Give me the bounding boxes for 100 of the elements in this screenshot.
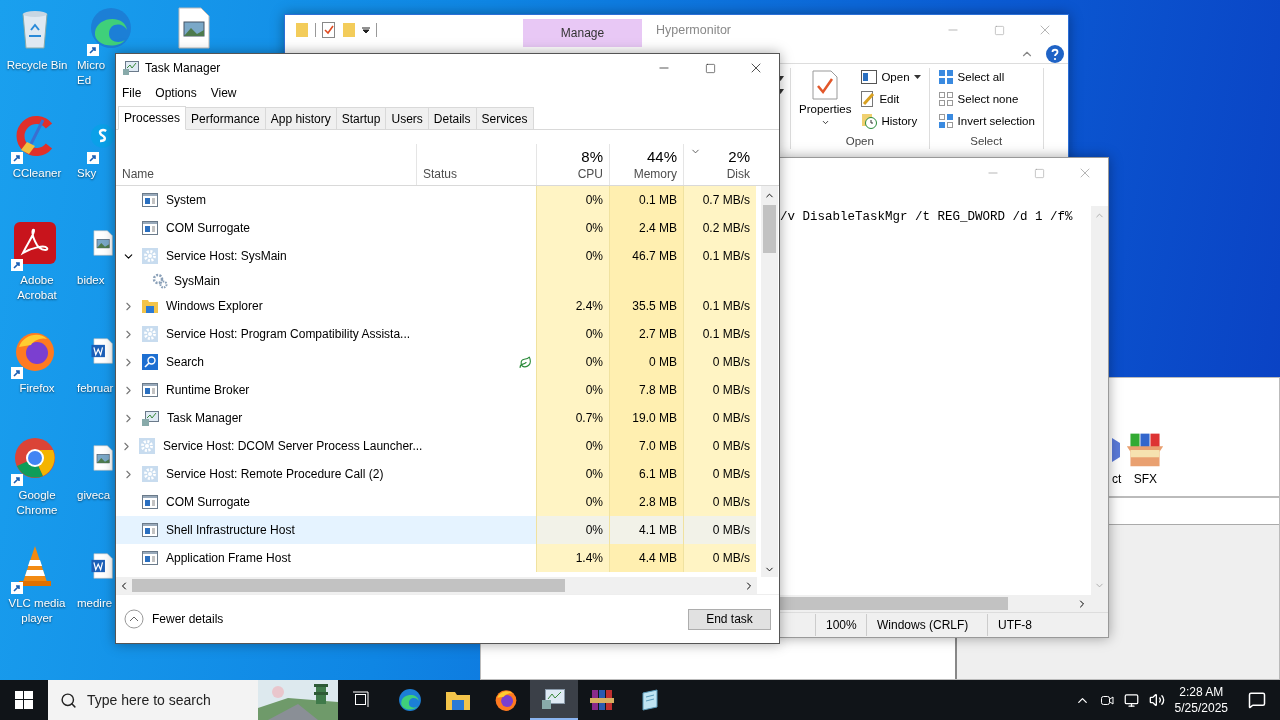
- notifications-icon[interactable]: [1248, 691, 1266, 709]
- gears-icon: [152, 273, 168, 289]
- usage-cell: 2.4%: [536, 292, 609, 320]
- taskbar-app-button[interactable]: [530, 680, 578, 720]
- help-icon[interactable]: [1046, 45, 1064, 63]
- chrome-icon[interactable]: [13, 436, 57, 480]
- usage-cell: 2.8 MB: [609, 488, 683, 516]
- column-header[interactable]: 8% CPU: [536, 144, 609, 185]
- process-name: Service Host: SysMain: [166, 249, 287, 263]
- tab[interactable]: Users: [385, 107, 429, 129]
- status-text: UTF-8: [987, 614, 1048, 636]
- caret-icon[interactable]: [362, 26, 370, 34]
- process-name: Runtime Broker: [166, 383, 250, 397]
- scrollbar[interactable]: [779, 595, 1108, 612]
- properties-icon: [812, 70, 839, 100]
- process-row[interactable]: Task Manager: [116, 404, 416, 432]
- process-row[interactable]: COM Surrogate: [116, 214, 416, 242]
- extract-icon: [1112, 438, 1120, 462]
- checklist-icon[interactable]: [322, 22, 336, 38]
- process-row[interactable]: SysMain: [116, 270, 416, 292]
- invert-selection-icon: [937, 113, 954, 129]
- toolbar-button[interactable]: SFX: [1125, 432, 1166, 486]
- maximize-icon: [704, 62, 716, 74]
- ribbon-button[interactable]: History: [859, 112, 923, 130]
- process-row[interactable]: Shell Infrastructure Host: [116, 516, 416, 544]
- process-row[interactable]: Application Frame Host: [116, 544, 416, 572]
- usage-cell: 0 MB/s: [683, 348, 756, 376]
- usage-cell: 0.2 MB/s: [683, 214, 756, 242]
- usage-cell: 0%: [536, 186, 609, 214]
- firefox-icon[interactable]: [494, 688, 518, 712]
- process-row[interactable]: Service Host: Remote Procedure Call (2): [116, 460, 416, 488]
- process-row[interactable]: Windows Explorer: [116, 292, 416, 320]
- tab[interactable]: Processes: [118, 106, 187, 130]
- menu-item[interactable]: View: [210, 86, 237, 100]
- tab[interactable]: App history: [264, 107, 337, 129]
- process-name: Service Host: Program Compatibility Assista...: [166, 327, 411, 341]
- search-icon: [142, 354, 158, 370]
- scrollbar-thumb[interactable]: [132, 579, 565, 592]
- column-header[interactable]: Name: [116, 144, 416, 185]
- usage-cell: 0.1 MB/s: [683, 292, 756, 320]
- usage-cell: 0 MB/s: [683, 432, 756, 460]
- column-header[interactable]: 2% Disk: [683, 144, 756, 185]
- scrollbar[interactable]: [761, 186, 778, 577]
- process-row[interactable]: Service Host: Program Compatibility Assista...: [116, 320, 416, 348]
- process-name: COM Surrogate: [166, 495, 251, 509]
- monitor-chart-icon: [142, 410, 159, 426]
- process-row[interactable]: Runtime Broker: [116, 376, 416, 404]
- process-row[interactable]: Search: [116, 348, 416, 376]
- scrollbar-thumb[interactable]: [763, 205, 776, 253]
- column-header[interactable]: 44% Memory: [609, 144, 683, 185]
- usage-cell: 0%: [536, 516, 609, 544]
- ribbon-button[interactable]: Edit: [859, 90, 923, 108]
- usage-cell: 0 MB/s: [683, 516, 756, 544]
- usage-cell: 0.1 MB: [609, 186, 683, 214]
- scrollbar[interactable]: [116, 577, 757, 594]
- ribbon-button[interactable]: Select none: [935, 90, 1037, 108]
- search-icon: [60, 691, 77, 709]
- tab[interactable]: Performance: [185, 107, 266, 129]
- window-title: Hypermonitor: [656, 23, 732, 37]
- clock[interactable]: 2:28 AM 5/25/2025: [1174, 684, 1228, 716]
- process-row[interactable]: System: [116, 186, 416, 214]
- end-task-button[interactable]: End task: [688, 608, 771, 630]
- process-name: COM Surrogate: [166, 221, 251, 235]
- gear-icon: [139, 438, 155, 454]
- process-row[interactable]: COM Surrogate: [116, 488, 416, 516]
- menu-item[interactable]: File: [122, 86, 142, 100]
- edge-icon[interactable]: [89, 6, 133, 50]
- toolbar-button[interactable]: ct: [1112, 432, 1122, 486]
- usage-cell: 0 MB/s: [683, 460, 756, 488]
- windows-logo-icon: [15, 691, 33, 709]
- usage-cell: 7.0 MB: [609, 432, 683, 460]
- edge-icon[interactable]: [398, 688, 422, 712]
- window-icon: [142, 495, 158, 509]
- menu-item[interactable]: Options: [155, 86, 197, 100]
- usage-cell: 0%: [536, 242, 609, 270]
- tab[interactable]: Services: [475, 107, 534, 129]
- meeting-icon[interactable]: [1099, 693, 1114, 707]
- ribbon-button[interactable]: Select all: [935, 68, 1037, 86]
- tab[interactable]: Details: [427, 107, 477, 129]
- fewer-details-button[interactable]: Fewer details: [124, 609, 224, 629]
- process-name: Windows Explorer: [166, 299, 263, 313]
- process-name: System: [166, 193, 206, 207]
- folder-icon: [142, 299, 158, 313]
- usage-cell: 35.5 MB: [609, 292, 683, 320]
- network-icon[interactable]: [1123, 692, 1139, 708]
- usage-cell: 0 MB/s: [683, 404, 756, 432]
- scrollbar-thumb[interactable]: [779, 597, 1008, 610]
- volume-icon[interactable]: [1148, 692, 1165, 708]
- process-row[interactable]: Service Host: SysMain: [116, 242, 416, 270]
- acrobat-icon[interactable]: [13, 221, 57, 265]
- column-header[interactable]: Status: [416, 144, 536, 185]
- task-manager-icon: [123, 61, 139, 75]
- ribbon-button[interactable]: Invert selection: [935, 112, 1037, 130]
- properties-button[interactable]: Properties: [797, 68, 854, 135]
- notepad-icon: [639, 689, 661, 711]
- search-field[interactable]: Type here to search: [48, 680, 338, 720]
- manage-tab[interactable]: Manage: [523, 19, 642, 47]
- ribbon-button[interactable]: Open: [859, 68, 923, 86]
- text-content[interactable]: /v DisableTaskMgr /t REG_DWORD /d 1 /f%: [779, 206, 1091, 595]
- tab[interactable]: Startup: [335, 107, 387, 129]
